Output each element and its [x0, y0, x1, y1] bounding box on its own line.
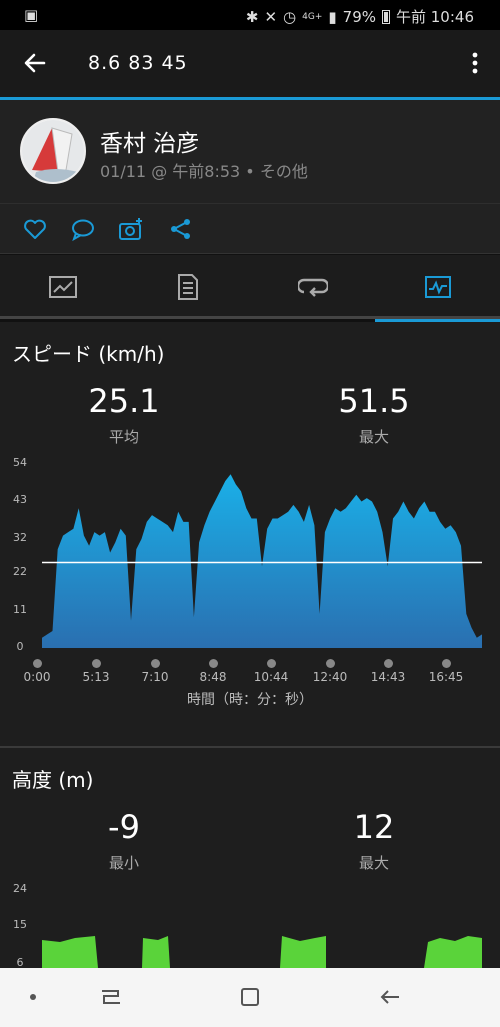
- recent-apps-icon[interactable]: [96, 982, 126, 1012]
- speed-max-label: 最大: [358, 428, 389, 446]
- speed-x-tick: 10:44: [253, 670, 289, 684]
- battery-percent: 79%: [342, 7, 376, 26]
- speed-chart: [42, 474, 482, 648]
- speed-x-tick-marker[interactable]: [151, 659, 160, 668]
- laps-icon: [297, 278, 328, 297]
- share-icon[interactable]: [168, 216, 194, 242]
- speed-x-tick-marker[interactable]: [209, 659, 218, 668]
- altitude-series-area: [142, 936, 170, 968]
- speed-x-tick: 5:13: [82, 670, 110, 684]
- status-bar: ▣ ✱ ✕ ◷ 4G+ ▮ 79% 午前 10:46: [0, 0, 500, 30]
- altitude-chart: [42, 936, 482, 968]
- altitude-min-value: -9: [108, 808, 140, 846]
- speed-x-tick-marker[interactable]: [384, 659, 393, 668]
- nav-dot-icon[interactable]: [18, 982, 48, 1012]
- user-name: 香村 治彦: [100, 131, 200, 157]
- clock: 午前 10:46: [396, 8, 474, 26]
- speed-x-axis-label: 時間（時：分：秒）: [187, 692, 313, 708]
- altitude-min-label: 最小: [108, 854, 139, 872]
- speed-x-tick: 0:00: [23, 670, 51, 684]
- mute-icon: ✕: [264, 7, 278, 26]
- speed-x-tick-marker[interactable]: [442, 659, 451, 668]
- gallery-notification-icon: ▣: [24, 6, 39, 24]
- heart-icon[interactable]: [22, 216, 48, 242]
- speed-series-area: [42, 474, 482, 648]
- avatar[interactable]: [20, 118, 86, 184]
- alarm-icon: ◷: [283, 7, 297, 26]
- more-options-icon[interactable]: [468, 48, 482, 78]
- app-bar: 8.6 83 45: [0, 30, 500, 98]
- tab-charts[interactable]: [375, 255, 500, 322]
- battery-icon: [382, 9, 390, 24]
- speed-x-tick-marker[interactable]: [267, 659, 276, 668]
- page-title: 8.6 83 45: [88, 52, 188, 74]
- speed-x-tick-marker[interactable]: [92, 659, 101, 668]
- altitude-series-area: [280, 936, 326, 968]
- bluetooth-icon: ✱: [245, 7, 259, 26]
- speed-x-tick-marker[interactable]: [326, 659, 335, 668]
- speed-title: スピード (km/h): [12, 342, 165, 366]
- altitude-max-label: 最大: [358, 854, 389, 872]
- altitude-series-area: [424, 936, 482, 968]
- speed-max-value: 51.5: [338, 382, 410, 420]
- speed-section: スピード (km/h) 25.1 平均 51.5 最大 54 43 32 22 11 0 …: [0, 322, 500, 746]
- document-icon: [177, 274, 198, 300]
- speed-x-tick: 14:43: [370, 670, 406, 684]
- altitude-section: 高度 (m) -9 最小 12 最大 24 15 6: [0, 748, 500, 969]
- system-nav-bar: [0, 968, 500, 1027]
- signal-icon: ▮: [328, 7, 337, 26]
- speed-x-tick-marker[interactable]: [33, 659, 42, 668]
- home-icon[interactable]: [235, 982, 265, 1012]
- summary-chart-icon: [48, 276, 77, 298]
- back-arrow-icon[interactable]: [20, 48, 50, 78]
- tab-laps[interactable]: [250, 255, 375, 319]
- add-photo-icon[interactable]: [118, 216, 144, 242]
- speed-avg-label: 平均: [108, 428, 139, 446]
- tab-bar: [0, 255, 500, 322]
- speed-x-tick: 7:10: [141, 670, 169, 684]
- speed-x-tick: 12:40: [312, 670, 348, 684]
- activity-meta: 01/11 @ 午前8:53 • その他: [100, 162, 308, 181]
- activity-header: 香村 治彦 01/11 @ 午前8:53 • その他: [0, 100, 500, 204]
- altitude-title: 高度 (m): [12, 768, 94, 792]
- comment-icon[interactable]: [70, 216, 96, 242]
- action-bar: [0, 204, 500, 254]
- pulse-chart-icon: [424, 276, 451, 298]
- tab-stats[interactable]: [125, 255, 250, 319]
- altitude-max-value: 12: [353, 808, 395, 846]
- tab-overview[interactable]: [0, 255, 125, 319]
- speed-x-tick: 16:45: [428, 670, 464, 684]
- network-type-label: 4G+: [302, 11, 323, 22]
- speed-avg-value: 25.1: [88, 382, 160, 420]
- speed-x-tick: 8:48: [199, 670, 227, 684]
- back-nav-icon[interactable]: [375, 982, 405, 1012]
- altitude-series-area: [42, 936, 98, 968]
